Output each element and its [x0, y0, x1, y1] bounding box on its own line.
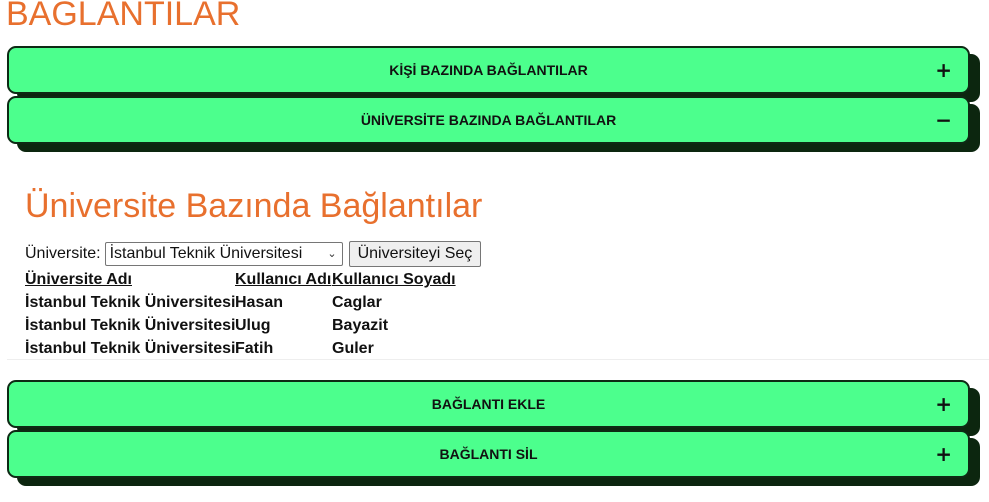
cell-username: Hasan	[235, 294, 284, 311]
cell-username: Ulug	[235, 317, 271, 334]
cell-surname: Bayazit	[332, 317, 389, 334]
plus-icon: +	[935, 392, 952, 416]
university-select-label: Üniversite:	[25, 245, 101, 262]
cell-surname: Caglar	[332, 294, 382, 311]
column-header-username: Kullanıcı Adı	[235, 271, 332, 288]
accordion-add-connection[interactable]: BAĞLANTI EKLE +	[7, 380, 970, 428]
column-header-surname: Kullanıcı Soyadı	[332, 271, 456, 288]
cell-university: İstanbul Teknik Üniversitesi	[25, 294, 236, 311]
chevron-down-icon: ⌄	[327, 248, 337, 260]
accordion-delete-connection[interactable]: BAĞLANTI SİL +	[7, 430, 970, 478]
select-university-button[interactable]: Üniversiteyi Seç	[348, 241, 482, 267]
panel-title: Üniversite Bazında Bağlantılar	[25, 187, 483, 225]
accordion-university-connections[interactable]: ÜNİVERSİTE BAZINDA BAĞLANTILAR −	[7, 96, 970, 144]
column-header-university: Üniversite Adı	[25, 271, 132, 288]
plus-icon: +	[935, 58, 952, 82]
page-title: BAĞLANTILAR	[6, 0, 241, 33]
accordion-label: ÜNİVERSİTE BAZINDA BAĞLANTILAR	[360, 112, 617, 128]
cell-university: İstanbul Teknik Üniversitesi	[25, 317, 236, 334]
cell-university: İstanbul Teknik Üniversitesi	[25, 340, 236, 357]
accordion-label: BAĞLANTI EKLE	[431, 396, 546, 412]
minus-icon: −	[935, 108, 952, 132]
university-connections-panel: Üniversite Bazında Bağlantılar Üniversit…	[7, 168, 989, 360]
university-select[interactable]: İstanbul Teknik Üniversitesi ⌄	[104, 242, 343, 266]
accordion-person-connections[interactable]: KİŞİ BAZINDA BAĞLANTILAR +	[7, 46, 970, 94]
university-select-row: Üniversite: İstanbul Teknik Üniversitesi…	[25, 241, 482, 267]
cell-surname: Guler	[332, 340, 374, 357]
university-select-value: İstanbul Teknik Üniversitesi	[109, 245, 303, 262]
accordion-label: BAĞLANTI SİL	[439, 446, 538, 462]
accordion-label: KİŞİ BAZINDA BAĞLANTILAR	[389, 62, 588, 78]
plus-icon: +	[935, 442, 952, 466]
cell-username: Fatih	[235, 340, 274, 357]
